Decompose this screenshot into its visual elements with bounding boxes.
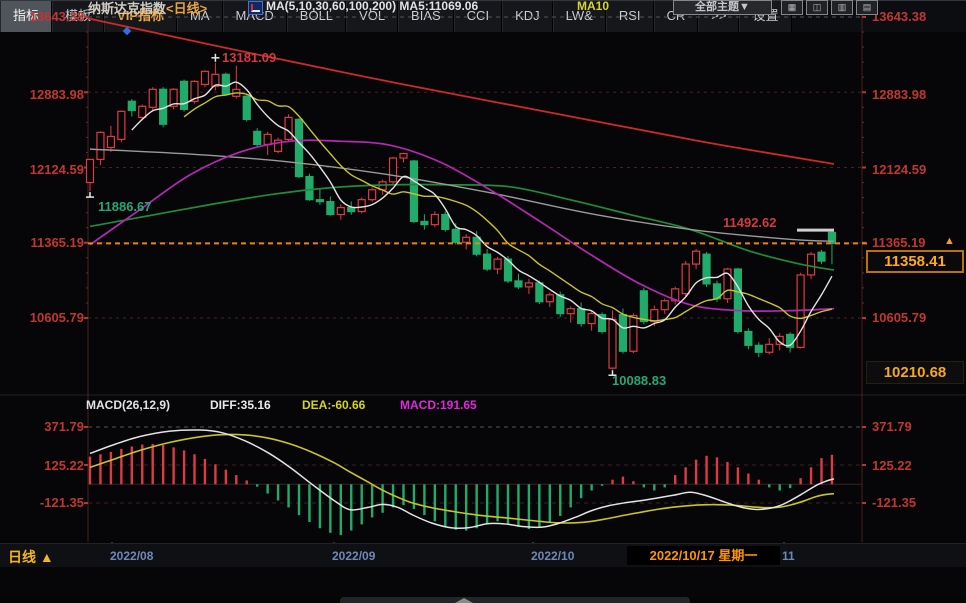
- macd-axis-label: 125.22: [0, 458, 84, 473]
- period-selector[interactable]: 日线 ▲: [8, 547, 54, 567]
- macd-axis-label: 371.79: [0, 419, 84, 434]
- instrument-name: 纳斯达克指数: [88, 1, 166, 15]
- peak-price-annotation: 13181.09: [222, 50, 276, 65]
- dock-peek-bar[interactable]: [340, 597, 690, 603]
- price-up-arrow-icon: ▲: [944, 235, 955, 247]
- macd-axis-label: -121.35: [872, 495, 916, 510]
- macd-axis-label: 371.79: [872, 419, 912, 434]
- price-axis-label: 11365.19: [872, 235, 926, 250]
- start-low-annotation: 11886.67: [98, 199, 152, 214]
- ma-settings-label: MA(5,10,30,60,100,200) MA5:11069.06: [266, 0, 478, 13]
- instrument-title[interactable]: 纳斯达克指数<日线>: [88, 0, 207, 15]
- macd-diff-value: DIFF:35.16: [210, 398, 271, 412]
- low-price-box: 10210.68: [866, 361, 964, 384]
- month-label: 2022/08: [110, 549, 153, 563]
- price-axis-label: 12883.98: [872, 87, 926, 102]
- chart-header: 纳斯达克指数<日线> MA(5,10,30,60,100,200) MA5:11…: [0, 0, 966, 15]
- layout-export-icon[interactable]: ▤: [856, 0, 878, 15]
- price-axis-label: 10605.79: [872, 310, 926, 325]
- month-label: 11: [782, 549, 795, 563]
- bottom-low-annotation: 10088.83: [612, 373, 666, 388]
- price-axis-label: 12883.98: [0, 87, 84, 102]
- theme-dropdown-button[interactable]: 全部主题▼: [673, 0, 772, 15]
- ma10-label: MA10: [577, 0, 609, 13]
- period-suffix: <日线>: [166, 1, 207, 15]
- selected-date-box: 2022/10/17 星期一: [627, 546, 780, 565]
- layout-quad-icon[interactable]: ▦: [781, 0, 803, 15]
- month-label: 2022/09: [332, 549, 375, 563]
- trading-app-window: 纳斯达克指数<日线> MA(5,10,30,60,100,200) MA5:11…: [0, 0, 966, 603]
- macd-dea-value: DEA:-60.66: [302, 398, 365, 412]
- bottom-strip: [0, 597, 966, 603]
- current-price-box: 11358.41: [866, 250, 964, 273]
- price-axis-label: 12124.59: [872, 162, 926, 177]
- kline-chart-icon[interactable]: [248, 1, 263, 15]
- macd-value: MACD:191.65: [400, 398, 477, 412]
- recent-high-annotation: 11492.62: [723, 215, 777, 230]
- dock-chevron-icon: [455, 598, 473, 603]
- price-axis-label: 11365.19: [0, 235, 84, 250]
- price-axis-label: 10605.79: [0, 310, 84, 325]
- layout-chart-icon[interactable]: ◫: [806, 0, 828, 15]
- macd-axis-label: -121.35: [0, 495, 84, 510]
- macd-axis-label: 125.22: [872, 458, 912, 473]
- macd-indicator-label[interactable]: MACD(26,12,9): [86, 398, 170, 412]
- chart-canvas[interactable]: [0, 0, 966, 603]
- price-axis-label: 12124.59: [0, 162, 84, 177]
- date-axis-row: 日线 ▲ 2022/08 2022/09 2022/10 2022/10/17 …: [0, 543, 966, 567]
- month-label: 2022/10: [531, 549, 574, 563]
- layout-split-icon[interactable]: ▥: [831, 0, 853, 15]
